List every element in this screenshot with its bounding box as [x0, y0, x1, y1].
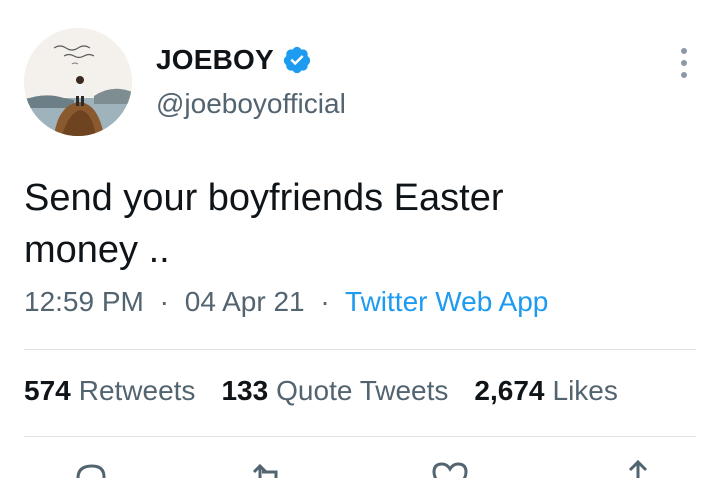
handle[interactable]: @joeboyofficial: [156, 88, 346, 120]
previous-tweet-cutoff: [0, 0, 720, 6]
more-dot: [681, 60, 687, 66]
tweet-source-link[interactable]: Twitter Web App: [345, 286, 548, 317]
likes-count: 2,674: [474, 375, 545, 406]
tweet-meta: 12:59 PM · 04 Apr 21 · Twitter Web App: [24, 286, 548, 318]
tweet-header: JOEBOY @joeboyofficial: [24, 28, 696, 140]
likes-label: Likes: [552, 375, 618, 406]
tweet-text-line: money ..: [24, 229, 170, 271]
tweet-time[interactable]: 12:59 PM: [24, 286, 144, 317]
tweet-date[interactable]: 04 Apr 21: [185, 286, 305, 317]
avatar-image: [24, 28, 132, 136]
quote-tweets-count: 133: [221, 375, 269, 406]
verified-badge-icon: [282, 45, 312, 75]
quote-tweets-stat[interactable]: 133 Quote Tweets: [221, 375, 448, 407]
more-dot: [681, 72, 687, 78]
display-name-row: JOEBOY: [156, 42, 346, 78]
divider: [24, 349, 696, 350]
more-options-icon[interactable]: [672, 48, 696, 78]
meta-separator: ·: [159, 286, 169, 317]
retweets-label: Retweets: [78, 375, 196, 406]
retweet-icon[interactable]: [248, 458, 288, 478]
like-icon[interactable]: [430, 458, 470, 478]
avatar[interactable]: [24, 28, 132, 136]
reply-icon[interactable]: [70, 458, 110, 478]
display-name[interactable]: JOEBOY: [156, 44, 274, 76]
divider: [24, 436, 696, 437]
retweets-count: 574: [24, 375, 71, 406]
retweets-stat[interactable]: 574 Retweets: [24, 375, 195, 407]
tweet-actions: [0, 458, 720, 478]
tweet-stats: 574 Retweets 133 Quote Tweets 2,674 Likes: [24, 375, 644, 407]
tweet-text-line: Send your boyfriends Easter: [24, 177, 504, 219]
tweet-text: Send your boyfriends Easter money ..: [24, 172, 684, 276]
author-names: JOEBOY @joeboyofficial: [156, 42, 346, 120]
meta-separator: ·: [320, 286, 330, 317]
quote-tweets-label: Quote Tweets: [276, 375, 449, 406]
share-icon[interactable]: [618, 458, 658, 478]
likes-stat[interactable]: 2,674 Likes: [474, 375, 617, 407]
more-dot: [681, 48, 687, 54]
